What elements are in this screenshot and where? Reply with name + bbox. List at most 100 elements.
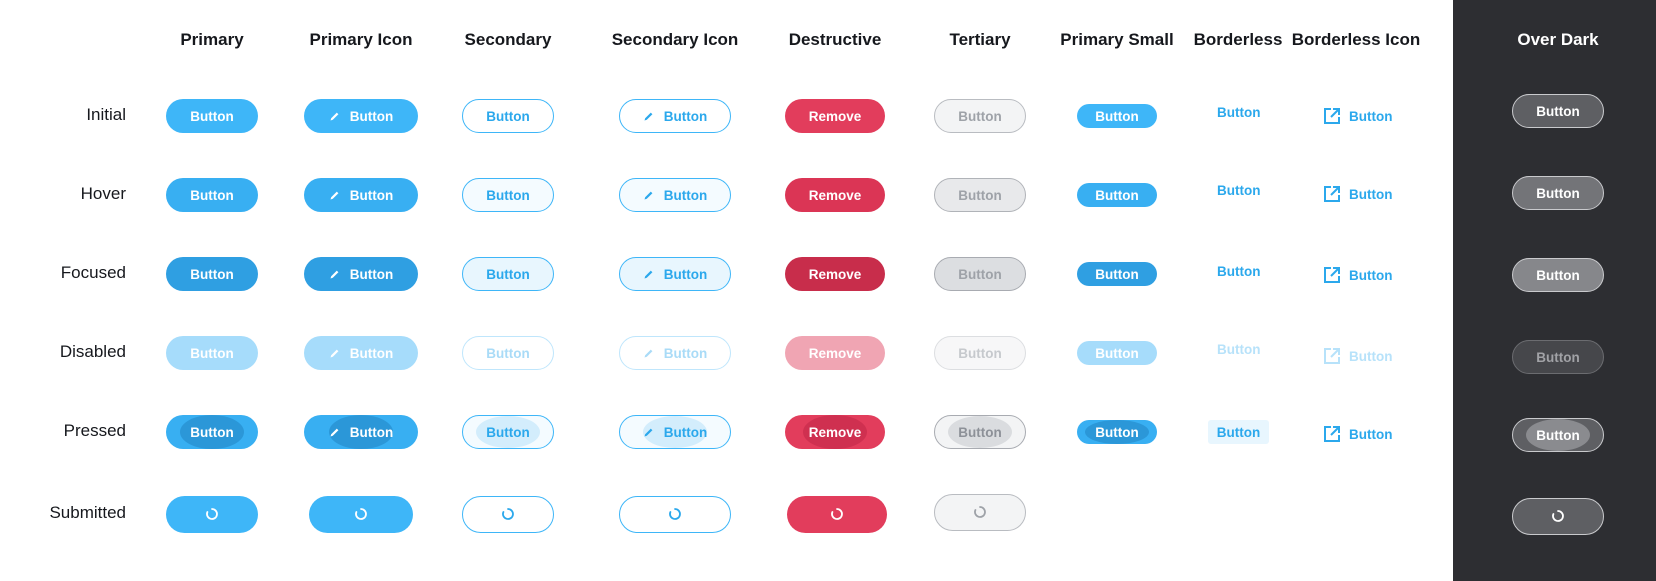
borderless-button[interactable]: Button [1217, 181, 1260, 199]
destructive-button[interactable]: Remove [785, 415, 885, 449]
button-label: Button [349, 187, 394, 203]
secondary-button[interactable]: Button [462, 178, 554, 212]
borderless-icon-button[interactable]: Button [1323, 423, 1392, 445]
secondary-icon-button[interactable] [619, 495, 731, 533]
button-label: Button [663, 108, 708, 124]
button-label: Button [1536, 185, 1580, 201]
column-header: Primary [180, 30, 244, 49]
column-header: Primary Small [1060, 30, 1174, 49]
tertiary-button[interactable]: Button [934, 415, 1026, 449]
over-dark-button[interactable]: Button [1512, 258, 1604, 292]
secondary-icon-button[interactable]: Button [619, 99, 731, 133]
primary-small-button[interactable]: Button [1077, 341, 1157, 365]
pencil-icon [643, 348, 654, 359]
row-label: Disabled [59, 342, 126, 361]
destructive-button[interactable]: Remove [785, 336, 885, 370]
spinner-icon [668, 507, 682, 521]
button-label: Button [1216, 424, 1261, 440]
secondary-button[interactable]: Button [462, 336, 554, 370]
destructive-button[interactable] [787, 495, 887, 533]
primary-small-button[interactable]: Button [1077, 262, 1157, 286]
destructive-button[interactable]: Remove [785, 99, 885, 133]
spinner-icon [354, 507, 368, 521]
button-label: Button [663, 266, 708, 282]
button-label: Button [1536, 427, 1580, 443]
over-dark-button[interactable]: Button [1512, 94, 1604, 128]
pencil-icon [329, 190, 340, 201]
button-label: Button [190, 266, 234, 282]
borderless-icon-button[interactable]: Button [1323, 345, 1392, 367]
primary-icon-button[interactable]: Button [304, 257, 418, 291]
destructive-button[interactable]: Remove [785, 257, 885, 291]
primary-small-button[interactable]: Button [1077, 104, 1157, 128]
primary-small-button[interactable]: Button [1077, 183, 1157, 207]
tertiary-button[interactable]: Button [934, 178, 1026, 212]
button-label: Button [190, 187, 234, 203]
button-label: Button [663, 345, 708, 361]
button-label: Button [190, 424, 234, 440]
borderless-button[interactable]: Button [1208, 420, 1269, 444]
button-label: Button [1095, 424, 1139, 440]
primary-button[interactable]: Button [166, 99, 258, 133]
button-label: Button [349, 424, 394, 440]
tertiary-button[interactable]: Button [934, 257, 1026, 291]
external-link-icon [1323, 107, 1341, 125]
primary-icon-button[interactable]: Button [304, 178, 418, 212]
external-link-icon [1323, 266, 1341, 284]
destructive-button[interactable]: Remove [785, 178, 885, 212]
tertiary-button[interactable]: Button [934, 99, 1026, 133]
primary-icon-button[interactable]: Button [304, 336, 418, 370]
primary-icon-button[interactable]: Button [304, 415, 418, 449]
borderless-icon-button[interactable]: Button [1323, 105, 1392, 127]
primary-button[interactable]: Button [166, 257, 258, 291]
external-link-icon [1323, 425, 1341, 443]
spinner-icon [1551, 509, 1565, 523]
column-header: Tertiary [949, 30, 1011, 49]
tertiary-button[interactable] [934, 493, 1026, 531]
button-label: Button [1217, 263, 1261, 279]
button-label: Button [958, 424, 1002, 440]
button-label: Remove [808, 424, 862, 440]
button-label: Button [1349, 267, 1393, 283]
over-dark-button[interactable]: Button [1512, 418, 1604, 452]
pencil-icon [643, 111, 654, 122]
primary-icon-button[interactable] [309, 495, 413, 533]
over-dark-button[interactable] [1512, 497, 1604, 535]
secondary-button[interactable]: Button [462, 415, 554, 449]
primary-button[interactable]: Button [166, 178, 258, 212]
secondary-icon-button[interactable]: Button [619, 257, 731, 291]
button-label: Remove [808, 345, 862, 361]
primary-small-button[interactable]: Button [1077, 420, 1157, 444]
tertiary-button[interactable]: Button [934, 336, 1026, 370]
button-label: Button [349, 345, 394, 361]
button-label: Button [1349, 426, 1393, 442]
spinner-icon [205, 507, 219, 521]
column-header: Borderless [1193, 30, 1283, 49]
external-link-icon [1323, 185, 1341, 203]
button-label: Remove [808, 187, 862, 203]
row-label: Initial [86, 105, 126, 124]
secondary-button[interactable]: Button [462, 257, 554, 291]
secondary-button[interactable] [462, 495, 554, 533]
secondary-icon-button[interactable]: Button [619, 336, 731, 370]
button-label: Button [1536, 349, 1580, 365]
button-label: Remove [808, 266, 862, 282]
borderless-icon-button[interactable]: Button [1323, 183, 1392, 205]
borderless-icon-button[interactable]: Button [1323, 264, 1392, 286]
primary-button[interactable]: Button [166, 415, 258, 449]
secondary-icon-button[interactable]: Button [619, 415, 731, 449]
button-label: Remove [808, 108, 862, 124]
primary-button[interactable]: Button [166, 336, 258, 370]
secondary-button[interactable]: Button [462, 99, 554, 133]
borderless-button[interactable]: Button [1217, 340, 1260, 358]
button-label: Button [663, 187, 708, 203]
primary-button[interactable] [166, 495, 258, 533]
primary-icon-button[interactable]: Button [304, 99, 418, 133]
button-label: Button [486, 108, 530, 124]
secondary-icon-button[interactable]: Button [619, 178, 731, 212]
column-header: Destructive [788, 30, 882, 49]
over-dark-button[interactable]: Button [1512, 176, 1604, 210]
borderless-button[interactable]: Button [1217, 103, 1260, 121]
over-dark-button[interactable]: Button [1512, 340, 1604, 374]
borderless-button[interactable]: Button [1217, 262, 1260, 280]
